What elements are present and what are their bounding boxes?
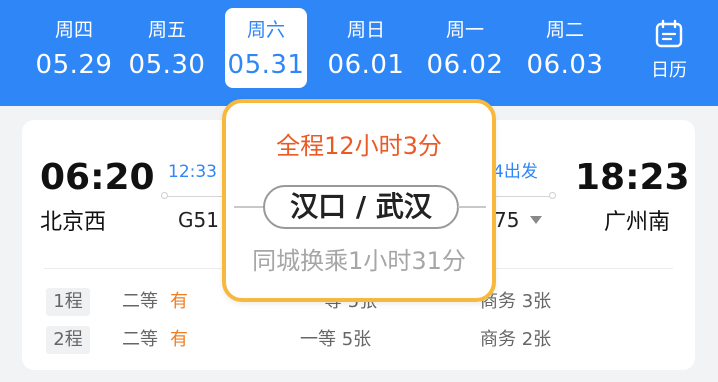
route-dot: [549, 192, 556, 199]
date-bar: 周四 05.29 周五 05.30 周六 05.31 周日 06.01 周一 0…: [0, 0, 718, 106]
date-tab-0529[interactable]: 周四 05.29: [33, 8, 115, 88]
seat-class-label: 二等: [122, 329, 158, 350]
route-line: [168, 196, 230, 197]
total-duration: 全程12小时3分: [276, 132, 442, 160]
seat-class-item: 商务 2张: [480, 329, 551, 351]
date-label: 06.02: [426, 50, 504, 80]
date-label: 06.03: [526, 50, 604, 80]
seat-availability: 有: [170, 329, 188, 350]
seat-class-label: 商务: [480, 329, 516, 350]
date-label: 05.29: [35, 50, 113, 80]
depart-time: 06:20: [40, 157, 155, 198]
date-tab-0603[interactable]: 周二 06.03: [524, 8, 606, 88]
seat-class-label: 一等: [300, 329, 336, 350]
date-tab-0530[interactable]: 周五 05.30: [126, 8, 208, 88]
seat-class-item: 一等 5张: [300, 329, 371, 351]
date-label: 05.30: [128, 50, 206, 80]
seat-class-item: 二等有: [122, 291, 188, 313]
weekday-label: 周日: [346, 19, 385, 41]
seat-availability: 3张: [521, 291, 552, 312]
weekday-label: 周二: [545, 19, 584, 41]
seat-availability: 2张: [521, 329, 552, 350]
seat-availability: 5张: [341, 329, 372, 350]
route-dot: [161, 192, 168, 199]
date-label: 05.31: [227, 50, 305, 80]
segment-badge: 1程: [46, 288, 90, 316]
leg2-time: 4出发: [493, 162, 538, 182]
calendar-label: 日历: [651, 60, 687, 81]
seat-class-item: 二等有: [122, 329, 188, 351]
leg1-time: 12:33: [168, 162, 217, 182]
route-line: [492, 196, 550, 197]
date-label: 06.01: [327, 50, 405, 80]
weekday-label: 周四: [54, 19, 93, 41]
date-tab-0531-selected[interactable]: 周六 05.31: [225, 8, 307, 88]
transfer-popup: 全程12小时3分 汉口 / 武汉 同城换乘1小时31分: [222, 99, 496, 302]
date-tab-0602[interactable]: 周一 06.02: [424, 8, 506, 88]
calendar-icon: [655, 19, 683, 48]
leg2-train-number[interactable]: 75: [494, 208, 519, 232]
transfer-info: 同城换乘1小时31分: [252, 247, 466, 275]
pill-rule: [234, 206, 264, 208]
weekday-label: 周一: [445, 19, 484, 41]
transfer-station: 汉口 / 武汉: [263, 185, 459, 229]
depart-station: 北京西: [40, 210, 107, 235]
arrive-time: 18:23: [575, 157, 690, 198]
arrive-station: 广州南: [604, 210, 671, 235]
seat-availability: 有: [170, 291, 188, 312]
leg1-train-number[interactable]: G51: [178, 208, 219, 232]
calendar-button[interactable]: 日历: [630, 8, 708, 88]
pill-rule: [458, 206, 486, 208]
weekday-label: 周五: [147, 19, 186, 41]
weekday-label: 周六: [246, 19, 285, 41]
chevron-down-icon[interactable]: [530, 216, 542, 224]
date-tab-0601[interactable]: 周日 06.01: [325, 8, 407, 88]
seat-class-label: 二等: [122, 291, 158, 312]
segment-badge: 2程: [46, 326, 90, 354]
